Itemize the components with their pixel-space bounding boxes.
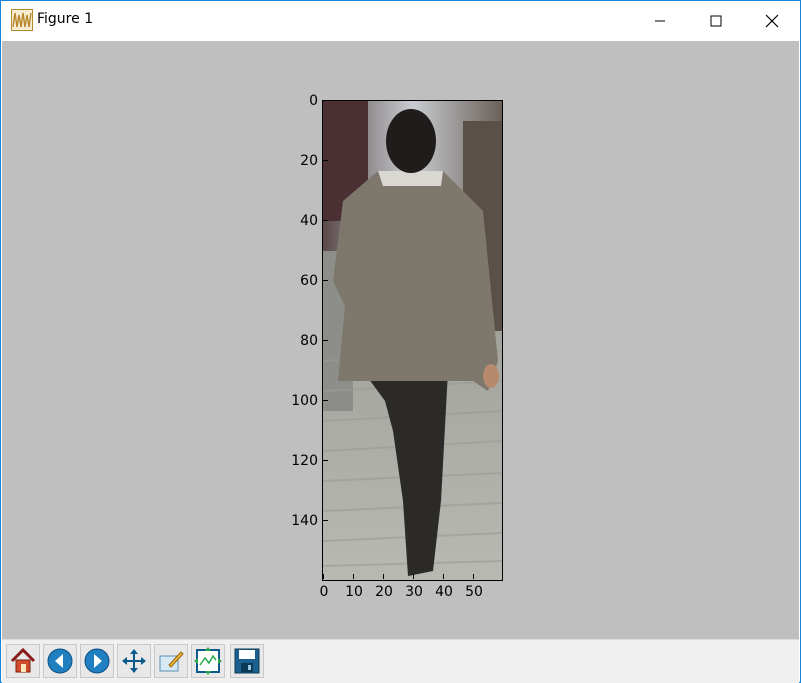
navigation-toolbar xyxy=(2,639,799,683)
figure-app-icon xyxy=(11,9,33,31)
x-tick xyxy=(383,574,384,579)
y-tick-label: 40 xyxy=(300,213,318,229)
y-tick xyxy=(323,280,328,281)
forward-icon xyxy=(84,648,110,674)
pan-button[interactable] xyxy=(117,644,151,678)
back-icon xyxy=(47,648,73,674)
y-tick-label: 140 xyxy=(291,513,318,529)
y-tick-label: 0 xyxy=(309,93,318,109)
y-tick-label: 120 xyxy=(291,453,318,469)
title-bar[interactable]: Figure 1 xyxy=(1,1,800,40)
x-tick-label: 30 xyxy=(405,584,423,600)
close-icon xyxy=(765,14,778,27)
x-tick xyxy=(443,574,444,579)
y-tick-label: 80 xyxy=(300,333,318,349)
x-tick-label: 20 xyxy=(375,584,393,600)
x-tick xyxy=(473,574,474,579)
edit-axis-icon xyxy=(159,651,184,672)
y-tick-label: 60 xyxy=(300,273,318,289)
minimize-icon xyxy=(654,20,665,21)
maximize-button[interactable] xyxy=(687,1,744,40)
figure-canvas[interactable]: 0 20 40 60 80 100 120 140 0 10 20 30 40 … xyxy=(2,41,799,639)
subplots-button[interactable] xyxy=(191,644,225,678)
x-tick-label: 40 xyxy=(435,584,453,600)
home-icon xyxy=(10,647,36,673)
pan-icon xyxy=(122,649,146,673)
window-title: Figure 1 xyxy=(37,11,94,27)
x-tick-label: 0 xyxy=(319,584,329,600)
maximize-icon xyxy=(710,15,721,26)
close-button[interactable] xyxy=(743,1,800,40)
home-button[interactable] xyxy=(6,644,40,678)
y-tick-label: 20 xyxy=(300,153,318,169)
y-tick xyxy=(323,220,328,221)
minimize-button[interactable] xyxy=(631,1,688,40)
forward-button[interactable] xyxy=(80,644,114,678)
image-axes[interactable] xyxy=(322,100,503,581)
y-tick xyxy=(323,520,328,521)
y-tick xyxy=(323,400,328,401)
x-tick-label: 50 xyxy=(465,584,483,600)
y-tick xyxy=(323,340,328,341)
pedestrian-photo xyxy=(323,101,502,580)
y-tick xyxy=(323,160,328,161)
save-button[interactable] xyxy=(230,644,264,678)
x-tick xyxy=(413,574,414,579)
y-tick-label: 100 xyxy=(291,393,318,409)
back-button[interactable] xyxy=(43,644,77,678)
y-tick xyxy=(323,100,328,101)
figure-window: Figure 1 0 20 40 60 80 100 120 140 0 10 … xyxy=(0,0,801,683)
edit-axis-button[interactable] xyxy=(154,644,188,678)
subplots-icon xyxy=(194,647,222,675)
x-tick-label: 10 xyxy=(345,584,363,600)
x-tick xyxy=(323,574,324,579)
x-tick xyxy=(353,574,354,579)
y-tick xyxy=(323,460,328,461)
save-icon xyxy=(234,648,260,674)
